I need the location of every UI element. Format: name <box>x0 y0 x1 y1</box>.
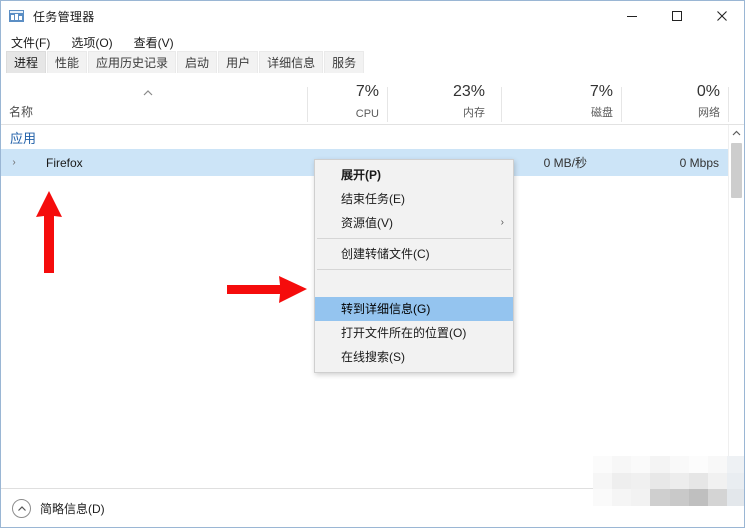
column-header-network[interactable]: 0% 网络 <box>621 77 728 124</box>
arrow-pointing-to-open-file-location <box>227 276 307 303</box>
tab-startup[interactable]: 启动 <box>177 51 218 73</box>
memory-total-percent: 23% <box>452 83 485 100</box>
tab-performance[interactable]: 性能 <box>47 51 88 73</box>
context-menu: 展开(P) 结束任务(E) 资源值(V) › 创建转储文件(C) 转到详细信息(… <box>314 159 514 373</box>
column-header-spacer <box>728 77 744 124</box>
sort-ascending-icon <box>142 85 154 96</box>
menu-options[interactable]: 选项(O) <box>69 32 121 53</box>
context-menu-item-open-file-location[interactable]: 转到详细信息(G) <box>315 297 513 321</box>
process-name: Firefox <box>46 155 83 170</box>
column-header-memory[interactable]: 23% 内存 <box>387 77 493 124</box>
network-column-label: 网络 <box>698 107 720 119</box>
tab-strip: 进程 性能 应用历史记录 启动 用户 详细信息 服务 <box>1 51 744 73</box>
column-header-disk[interactable]: 7% 磁盘 <box>501 77 621 124</box>
blurred-watermark <box>593 456 744 506</box>
tab-details[interactable]: 详细信息 <box>259 51 324 73</box>
column-divider <box>387 87 388 122</box>
firefox-icon <box>22 154 39 171</box>
maximize-button[interactable] <box>654 1 699 31</box>
window-controls <box>609 1 744 31</box>
tab-app-history[interactable]: 应用历史记录 <box>88 51 177 73</box>
context-menu-item-end-task[interactable]: 结束任务(E) <box>315 187 513 211</box>
group-header-label: 应用 <box>10 130 37 146</box>
context-menu-item-go-to-details[interactable] <box>315 273 513 297</box>
chevron-right-icon: › <box>500 217 504 228</box>
menu-file[interactable]: 文件(F) <box>9 32 59 53</box>
context-menu-separator <box>317 238 511 239</box>
context-menu-item-label: 资源值(V) <box>341 216 393 230</box>
memory-column-label: 内存 <box>463 107 485 119</box>
row-network-value: 0 Mbps <box>679 155 719 170</box>
context-menu-item-create-dump-file[interactable]: 创建转储文件(C) <box>315 242 513 266</box>
disk-total-percent: 7% <box>589 83 613 100</box>
disk-column-label: 磁盘 <box>591 107 613 119</box>
window-title: 任务管理器 <box>33 9 95 24</box>
tab-processes[interactable]: 进程 <box>6 51 47 73</box>
context-menu-item-search-online[interactable]: 打开文件所在的位置(O) <box>315 321 513 345</box>
column-divider <box>501 87 502 122</box>
column-header-name[interactable]: 名称 <box>1 77 307 124</box>
cpu-column-label: CPU <box>355 108 379 120</box>
menu-bar: 文件(F) 选项(O) 查看(V) <box>1 31 744 53</box>
column-divider <box>307 87 308 122</box>
network-total-percent: 0% <box>696 83 720 100</box>
minimize-button[interactable] <box>609 1 654 31</box>
context-menu-item-resource-values[interactable]: 资源值(V) › <box>315 211 513 235</box>
column-divider <box>621 87 622 122</box>
tab-users[interactable]: 用户 <box>218 51 259 73</box>
vertical-scrollbar[interactable] <box>728 125 744 487</box>
scroll-up-icon[interactable] <box>729 125 744 142</box>
expand-chevron-icon[interactable]: › <box>6 157 22 168</box>
tab-services[interactable]: 服务 <box>324 51 365 73</box>
arrow-pointing-to-firefox-row <box>36 191 62 273</box>
column-header-cpu[interactable]: 7% CPU <box>307 77 387 124</box>
context-menu-item-properties[interactable]: 在线搜索(S) <box>315 345 513 369</box>
fewer-details-button[interactable]: 简略信息(D) <box>40 500 105 517</box>
column-header-row: 名称 7% CPU 23% 内存 7% 磁盘 0% 网络 <box>1 77 744 125</box>
menu-view[interactable]: 查看(V) <box>132 32 183 53</box>
close-button[interactable] <box>699 1 744 31</box>
task-manager-window: 任务管理器 文件(F) 选项(O) 查看(V) 进程 性能 应用历史记录 启动 … <box>0 0 745 528</box>
up-chevron-icon[interactable] <box>12 499 31 518</box>
context-menu-separator <box>317 269 511 270</box>
context-menu-item-expand[interactable]: 展开(P) <box>315 163 513 187</box>
column-divider <box>728 87 729 122</box>
cpu-total-percent: 7% <box>355 83 379 100</box>
title-bar: 任务管理器 <box>1 1 744 31</box>
scrollbar-thumb[interactable] <box>731 143 742 198</box>
process-group-apps: 应用 <box>1 125 728 149</box>
task-manager-icon <box>8 7 26 25</box>
